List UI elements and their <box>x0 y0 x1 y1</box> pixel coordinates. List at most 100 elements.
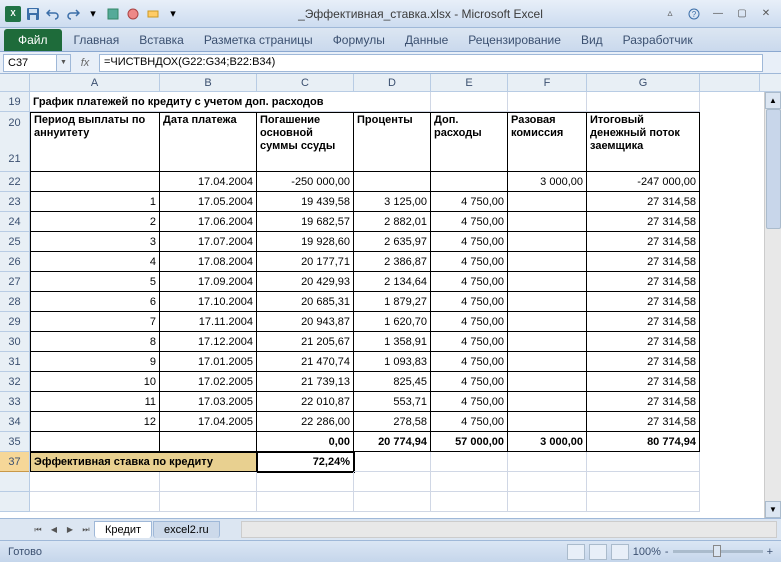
cell[interactable]: 8 <box>30 332 160 352</box>
scroll-up-icon[interactable]: ▲ <box>765 92 781 109</box>
cell[interactable] <box>508 92 587 112</box>
cell[interactable]: 27 314,58 <box>587 192 700 212</box>
name-box[interactable]: C37 <box>3 54 57 72</box>
cell[interactable] <box>354 452 431 472</box>
cell[interactable]: 4 750,00 <box>431 312 508 332</box>
cell[interactable] <box>508 232 587 252</box>
cell[interactable] <box>508 472 587 492</box>
row-header[interactable]: 32 <box>0 372 29 392</box>
cell[interactable] <box>431 472 508 492</box>
cell[interactable]: 4 750,00 <box>431 372 508 392</box>
cell[interactable]: 17.04.2004 <box>160 172 257 192</box>
excel-app-icon[interactable]: X <box>4 5 22 23</box>
row-header[interactable] <box>0 472 29 492</box>
row-header[interactable]: 2021 <box>0 112 29 172</box>
help-icon[interactable]: ? <box>683 6 705 22</box>
cell[interactable] <box>354 472 431 492</box>
cell[interactable]: 12 <box>30 412 160 432</box>
maximize-icon[interactable]: ▢ <box>731 6 753 22</box>
row-header[interactable]: 28 <box>0 292 29 312</box>
vertical-scrollbar[interactable]: ▲ ▼ <box>764 92 781 518</box>
cell[interactable]: 17.02.2005 <box>160 372 257 392</box>
cell[interactable] <box>508 352 587 372</box>
tab-page-layout[interactable]: Разметка страницы <box>194 29 323 51</box>
cell[interactable]: 2 386,87 <box>354 252 431 272</box>
cell[interactable]: 21 205,67 <box>257 332 354 352</box>
row-header[interactable]: 23 <box>0 192 29 212</box>
row-header[interactable]: 26 <box>0 252 29 272</box>
name-box-dropdown-icon[interactable]: ▼ <box>57 54 71 72</box>
col-header-F[interactable]: F <box>508 74 587 91</box>
cell[interactable] <box>431 492 508 512</box>
fx-icon[interactable]: fx <box>71 57 99 69</box>
row-header[interactable]: 37 <box>0 452 29 472</box>
cell[interactable]: 20 943,87 <box>257 312 354 332</box>
cell[interactable] <box>30 432 160 452</box>
cell[interactable]: 27 314,58 <box>587 232 700 252</box>
cell[interactable] <box>508 292 587 312</box>
cell[interactable]: 27 314,58 <box>587 272 700 292</box>
cell[interactable]: 6 <box>30 292 160 312</box>
cell[interactable] <box>257 472 354 492</box>
cell[interactable]: 825,45 <box>354 372 431 392</box>
cell[interactable]: 27 314,58 <box>587 252 700 272</box>
tab-insert[interactable]: Вставка <box>129 29 194 51</box>
cell[interactable]: 22 010,87 <box>257 392 354 412</box>
cell[interactable]: 2 134,64 <box>354 272 431 292</box>
cell[interactable]: 27 314,58 <box>587 392 700 412</box>
cell[interactable] <box>431 172 508 192</box>
cell[interactable] <box>160 432 257 452</box>
qat-custom3-icon[interactable] <box>144 5 162 23</box>
formula-input[interactable]: =ЧИСТВНДОХ(G22:G34;B22:B34) <box>99 54 763 72</box>
zoom-slider[interactable] <box>673 550 763 553</box>
cell[interactable]: 4 750,00 <box>431 252 508 272</box>
cell[interactable]: 17.08.2004 <box>160 252 257 272</box>
cell[interactable]: 27 314,58 <box>587 352 700 372</box>
close-icon[interactable]: ✕ <box>755 6 777 22</box>
cell[interactable] <box>30 172 160 192</box>
cell[interactable]: Разовая комиссия <box>508 112 587 172</box>
cell[interactable] <box>431 92 508 112</box>
col-header-B[interactable]: B <box>160 74 257 91</box>
cell[interactable]: Дата платежа <box>160 112 257 172</box>
ribbon-minimize-icon[interactable]: ▵ <box>659 6 681 22</box>
cell[interactable] <box>508 272 587 292</box>
cell[interactable]: 17.04.2005 <box>160 412 257 432</box>
row-header[interactable]: 29 <box>0 312 29 332</box>
cell[interactable]: 4 750,00 <box>431 272 508 292</box>
select-all-corner[interactable] <box>0 74 30 92</box>
cell[interactable]: 22 286,00 <box>257 412 354 432</box>
cell[interactable] <box>587 472 700 492</box>
scroll-down-icon[interactable]: ▼ <box>765 501 781 518</box>
cell[interactable]: 20 774,94 <box>354 432 431 452</box>
cell[interactable] <box>508 252 587 272</box>
cell[interactable]: 17.11.2004 <box>160 312 257 332</box>
cell[interactable] <box>431 452 508 472</box>
zoom-level[interactable]: 100% <box>633 546 661 558</box>
cell[interactable]: 3 000,00 <box>508 432 587 452</box>
cell[interactable]: 27 314,58 <box>587 312 700 332</box>
cell[interactable]: 21 470,74 <box>257 352 354 372</box>
col-header-A[interactable]: A <box>30 74 160 91</box>
cell[interactable]: 27 314,58 <box>587 412 700 432</box>
row-header[interactable]: 31 <box>0 352 29 372</box>
view-page-layout-icon[interactable] <box>589 544 607 560</box>
sheet-tab-active[interactable]: Кредит <box>94 521 152 538</box>
cell[interactable] <box>508 212 587 232</box>
cell[interactable]: Итоговый денежный поток заемщика <box>587 112 700 172</box>
cell[interactable]: 4 750,00 <box>431 392 508 412</box>
cell[interactable]: 19 682,57 <box>257 212 354 232</box>
col-header-E[interactable]: E <box>431 74 508 91</box>
cell[interactable]: 21 739,13 <box>257 372 354 392</box>
cell[interactable]: 1 358,91 <box>354 332 431 352</box>
row-header[interactable] <box>0 492 29 512</box>
active-cell[interactable]: 72,24% <box>257 452 354 472</box>
row-header[interactable]: 35 <box>0 432 29 452</box>
tab-developer[interactable]: Разработчик <box>613 29 703 51</box>
view-normal-icon[interactable] <box>567 544 585 560</box>
table-title[interactable]: График платежей по кредиту с учетом доп.… <box>30 92 431 112</box>
cell[interactable]: 17.07.2004 <box>160 232 257 252</box>
row-header[interactable]: 25 <box>0 232 29 252</box>
cell[interactable] <box>587 92 700 112</box>
sheet-tab-2[interactable]: excel2.ru <box>153 521 220 538</box>
